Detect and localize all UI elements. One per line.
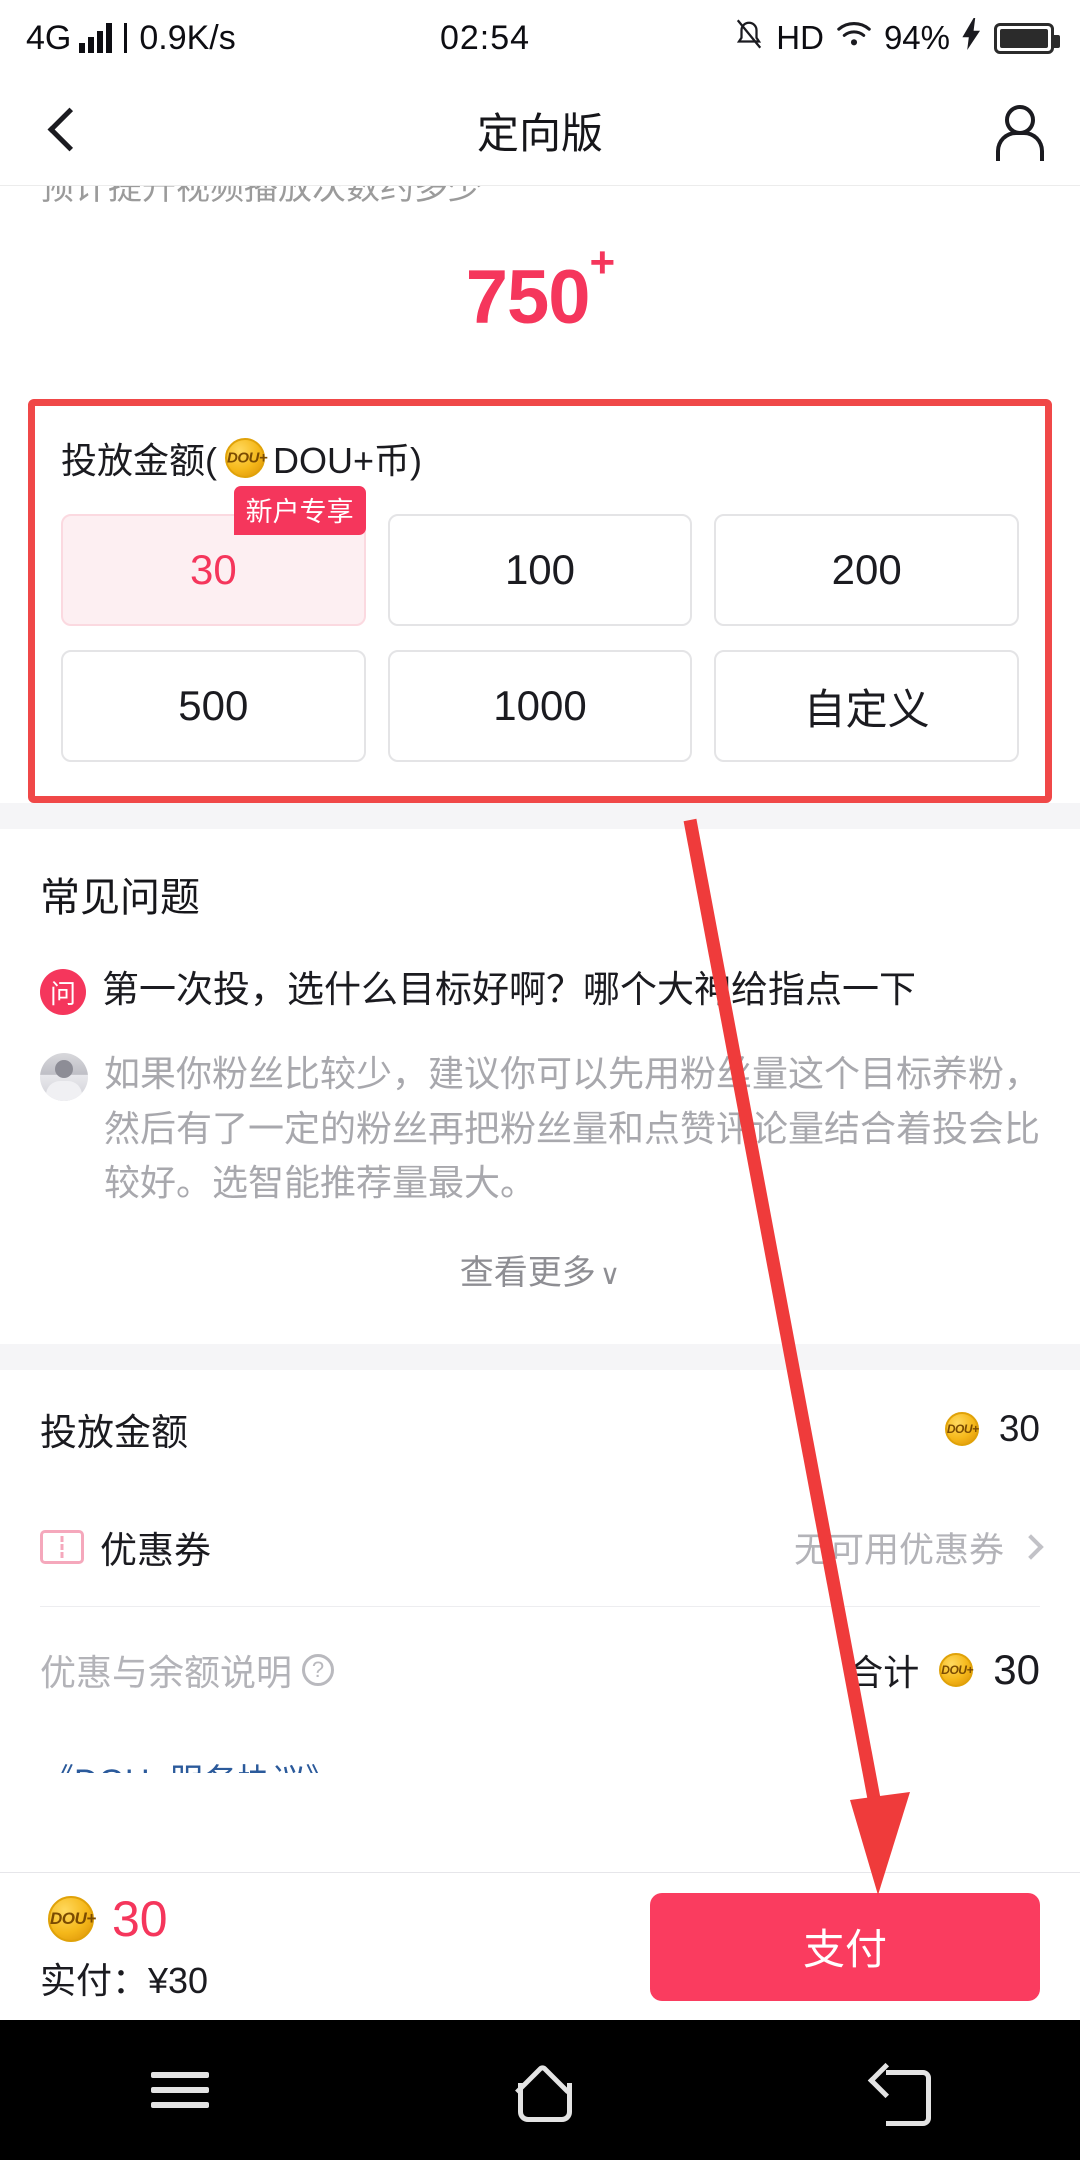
nav-menu-button[interactable] [0,2063,360,2117]
agreement-line[interactable]: 已阅读并同意《DOU+服务协议》 [0,1733,1080,1773]
amount-option-label: 200 [831,546,902,593]
coupon-value: 无可用优惠券 [793,1530,1004,1570]
view-more-label: 查看更多 [459,1254,596,1293]
status-divider [124,23,128,53]
network-type-label: 4G [26,18,72,57]
plus-suffix: + [589,237,616,287]
status-right: HD 94% [734,17,1060,59]
discount-notice-label[interactable]: 优惠与余额说明 [40,1644,292,1696]
faq-answer-row: 如果你粉丝比较少，建议你可以先用粉丝量这个目标养粉，然后有了一定的粉丝再把粉丝量… [40,1047,1040,1211]
amount-picker-highlight-box: 投放金额( DOU+ DOU+币) 新户专享 30 100 200 500 10… [28,399,1052,803]
status-bar: 4G 0.9K/s 02:54 HD 94% [0,0,1080,76]
amount-option-1000[interactable]: 1000 [387,650,693,762]
delivery-amount-value: 30 [998,1408,1040,1450]
chevron-right-icon [1018,1534,1044,1560]
menu-icon [151,2063,209,2117]
dou-plus-coin-icon: DOU+ [944,1412,979,1447]
bottom-pay-bar: DOU+ 30 实付：¥30 支付 [0,1872,1080,2020]
row-label: 投放金额 [40,1412,188,1454]
person-icon[interactable] [992,104,1044,161]
pay-summary: DOU+ 30 实付：¥30 [40,1890,208,2004]
amount-option-200[interactable]: 200 [714,514,1019,626]
row-coupon[interactable]: 优惠券 无可用优惠券 [40,1488,1044,1606]
amount-section-label: 投放金额( DOU+ DOU+币) [61,438,423,481]
android-nav-bar [0,2020,1080,2160]
question-circle-icon[interactable]: ? [302,1654,335,1687]
chevron-left-icon[interactable] [40,108,86,154]
battery-icon [994,22,1060,54]
amount-option-100[interactable]: 100 [387,514,693,626]
amount-option-label: 30 [189,546,237,593]
faq-section: 常见问题 问 第一次投，选什么目标好啊？哪个大神给指点一下 如果你粉丝比较少，建… [0,829,1080,1344]
total-value: 30 [993,1646,1040,1694]
section-divider [0,803,1080,829]
amount-option-label: 自定义 [803,685,930,733]
row-label: 优惠券 [100,1530,211,1572]
pay-amount-value: 30 [112,1890,168,1947]
dou-plus-coin-icon: DOU+ [48,1895,96,1942]
total-label: 合计 [847,1652,920,1694]
ticket-icon [40,1530,84,1565]
row-delivery-amount: 投放金额 DOU+ 30 [40,1370,1040,1488]
faq-title: 常见问题 [40,876,200,920]
network-speed-label: 0.9K/s [139,18,236,57]
pay-button[interactable]: 支付 [650,1892,1040,2001]
dou-plus-coin-icon: DOU+ [939,1653,973,1688]
estimate-caption: 预计提升视频播放次数约多少 [40,186,482,207]
app-header: 定向版 [0,76,1080,186]
hd-label: HD [776,19,824,56]
signal-bars-icon [79,23,113,53]
row-value: 无可用优惠券 [793,1522,1044,1573]
avatar [40,1053,88,1101]
dou-plus-coin-icon: DOU+ [225,438,268,478]
nav-back-button[interactable] [720,2064,1080,2126]
status-left: 4G 0.9K/s [26,19,236,58]
wifi-icon [836,19,872,57]
amount-option-custom[interactable]: 自定义 [714,650,1019,762]
amount-option-500[interactable]: 500 [61,650,366,762]
faq-question-text: 第一次投，选什么目标好啊？哪个大神给指点一下 [102,969,916,1010]
amount-options-grid: 新户专享 30 100 200 500 1000 自定义 [61,486,1019,762]
estimated-play-count: 750+ [465,237,616,340]
bolt-icon [962,18,982,58]
chevron-down-icon: ∨ [599,1259,621,1291]
page-title: 定向版 [476,110,603,157]
new-user-badge: 新户专享 [233,486,366,535]
scroll-content: 预计提升视频播放次数约多少 750+ 投放金额( DOU+ DOU+币) 新户专… [0,186,1080,1774]
bell-off-icon [734,17,764,59]
row-total: 优惠与余额说明 ? 合计 DOU+ 30 [40,1607,1040,1733]
row-value: DOU+ 30 [937,1408,1040,1450]
amount-option-label: 500 [178,682,249,729]
question-badge-icon: 问 [40,969,86,1015]
section-divider-2 [0,1344,1080,1371]
actual-pay-label: 实付：¥30 [40,1959,209,2001]
amount-option-label: 100 [504,546,576,593]
view-more-link[interactable]: 查看更多 ∨ [40,1211,1040,1334]
agreement-link: 《DOU+服务协议》 [40,1763,339,1773]
amount-option-label: 1000 [493,682,587,729]
battery-percent-label: 94% [883,19,950,56]
pay-amount-row: DOU+ 30 [40,1890,208,1948]
payment-summary-section: 投放金额 DOU+ 30 优惠券 无可用优惠券 优惠与余额说明 ? 合计 DOU… [0,1370,1080,1734]
nav-home-button[interactable] [360,2061,720,2122]
amount-option-30[interactable]: 新户专享 30 [61,486,366,626]
total-value-group: 合计 DOU+ 30 [847,1644,1040,1696]
back-icon [869,2064,931,2126]
faq-answer-text: 如果你粉丝比较少，建议你可以先用粉丝量这个目标养粉，然后有了一定的粉丝再把粉丝量… [104,1053,1041,1204]
faq-question-row[interactable]: 问 第一次投，选什么目标好啊？哪个大神给指点一下 [40,965,1040,1015]
clock-label: 02:54 [439,18,531,57]
home-icon [510,2061,572,2122]
